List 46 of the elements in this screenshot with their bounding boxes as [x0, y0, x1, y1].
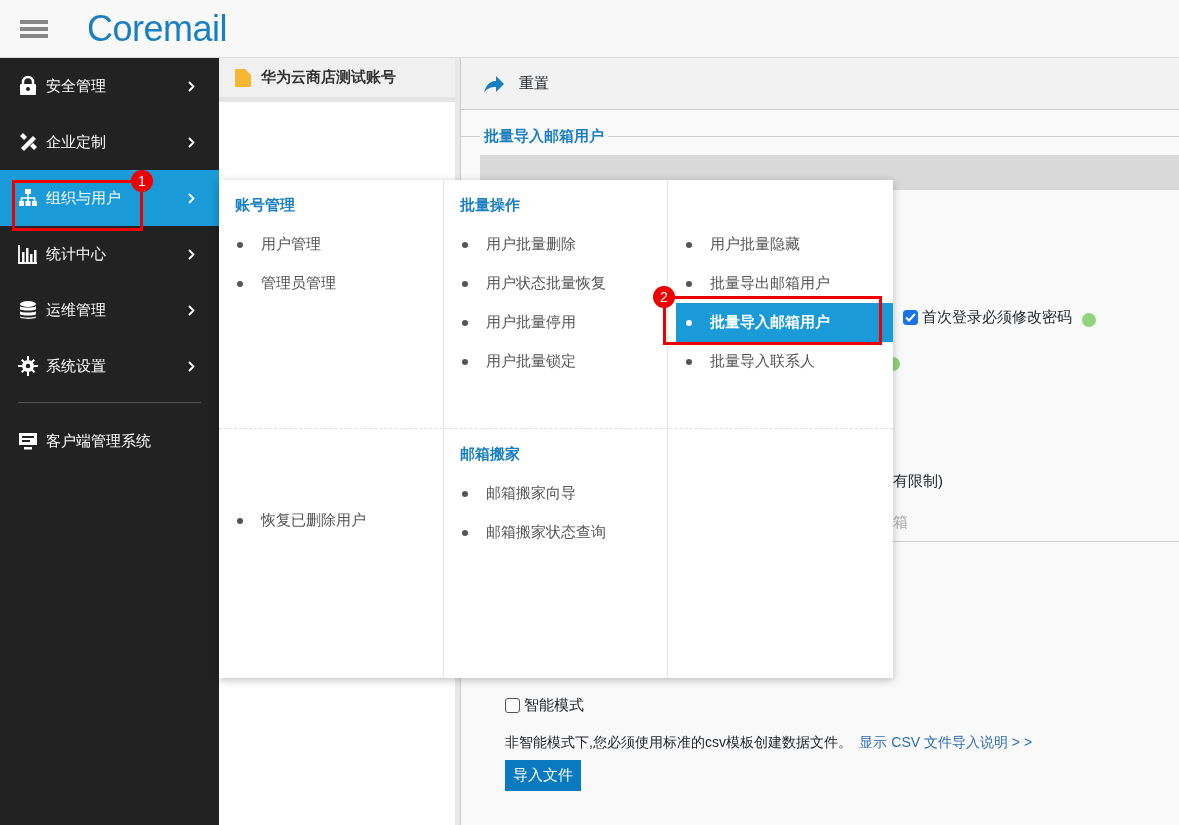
- sidebar-item[interactable]: 客户端管理系统: [0, 413, 219, 469]
- text-fragment: 箱: [893, 511, 909, 532]
- menu-item[interactable]: 邮箱搬家向导: [459, 481, 576, 506]
- checkmark-icon: [905, 312, 916, 322]
- import-file-button[interactable]: 导入文件: [505, 760, 581, 791]
- menu-item[interactable]: 用户管理: [235, 232, 321, 257]
- menu-item[interactable]: 用户状态批量恢复: [459, 271, 606, 296]
- reset-button[interactable]: 重置: [483, 72, 549, 95]
- tools-icon: [18, 132, 38, 152]
- lock-icon: [18, 76, 38, 96]
- menu-item[interactable]: 批量导出邮箱用户: [684, 271, 831, 296]
- checkbox-label: 首次登录必须修改密码: [921, 307, 1072, 327]
- menu-heading: 账号管理: [234, 195, 296, 215]
- menu-heading: 批量操作: [458, 195, 521, 215]
- database-icon: [18, 300, 38, 320]
- sitemap-icon: [18, 188, 38, 208]
- bar-chart-icon: [18, 244, 38, 264]
- menu-item[interactable]: 批量导入联系人: [684, 349, 816, 374]
- sidebar-item[interactable]: 企业定制: [0, 114, 219, 170]
- menu-item[interactable]: 用户批量停用: [459, 310, 576, 335]
- account-name: 华为云商店测试账号: [261, 67, 396, 88]
- logo: Coremail: [87, 6, 228, 51]
- checkbox-label: 智能模式: [523, 695, 584, 715]
- menu-item[interactable]: 用户批量锁定: [459, 349, 576, 374]
- menu-item[interactable]: 用户批量隐藏: [684, 232, 801, 257]
- menu-heading: 邮箱搬家: [458, 444, 521, 464]
- sidebar-item[interactable]: 运维管理: [0, 282, 219, 338]
- sidebar-item[interactable]: 系统设置: [0, 338, 219, 394]
- menu-item[interactable]: 恢复已删除用户: [235, 508, 366, 533]
- checkbox[interactable]: [903, 309, 918, 325]
- sidebar-item[interactable]: 统计中心: [0, 226, 219, 282]
- checkbox[interactable]: [505, 697, 520, 713]
- menu-item[interactable]: 管理员管理: [235, 271, 336, 296]
- info-icon: [1081, 313, 1096, 328]
- monitor-icon: [18, 431, 38, 451]
- menu-item[interactable]: 邮箱搬家状态查询: [459, 520, 606, 545]
- csv-help-link[interactable]: 显示 CSV 文件导入说明 > >: [859, 731, 1033, 753]
- menu-item[interactable]: 用户批量删除: [459, 232, 576, 257]
- reply-arrow-icon: [483, 74, 504, 93]
- settings-icon: [18, 356, 38, 376]
- sidebar-item[interactable]: 安全管理: [0, 58, 219, 114]
- section-title: 批量导入邮箱用户: [482, 126, 605, 146]
- document-icon: [235, 68, 251, 87]
- instruction-text: 非智能模式下,您必须使用标准的csv模板创建数据文件。: [505, 732, 852, 752]
- text-fragment: 有限制): [893, 471, 944, 491]
- menu-icon: [20, 17, 48, 40]
